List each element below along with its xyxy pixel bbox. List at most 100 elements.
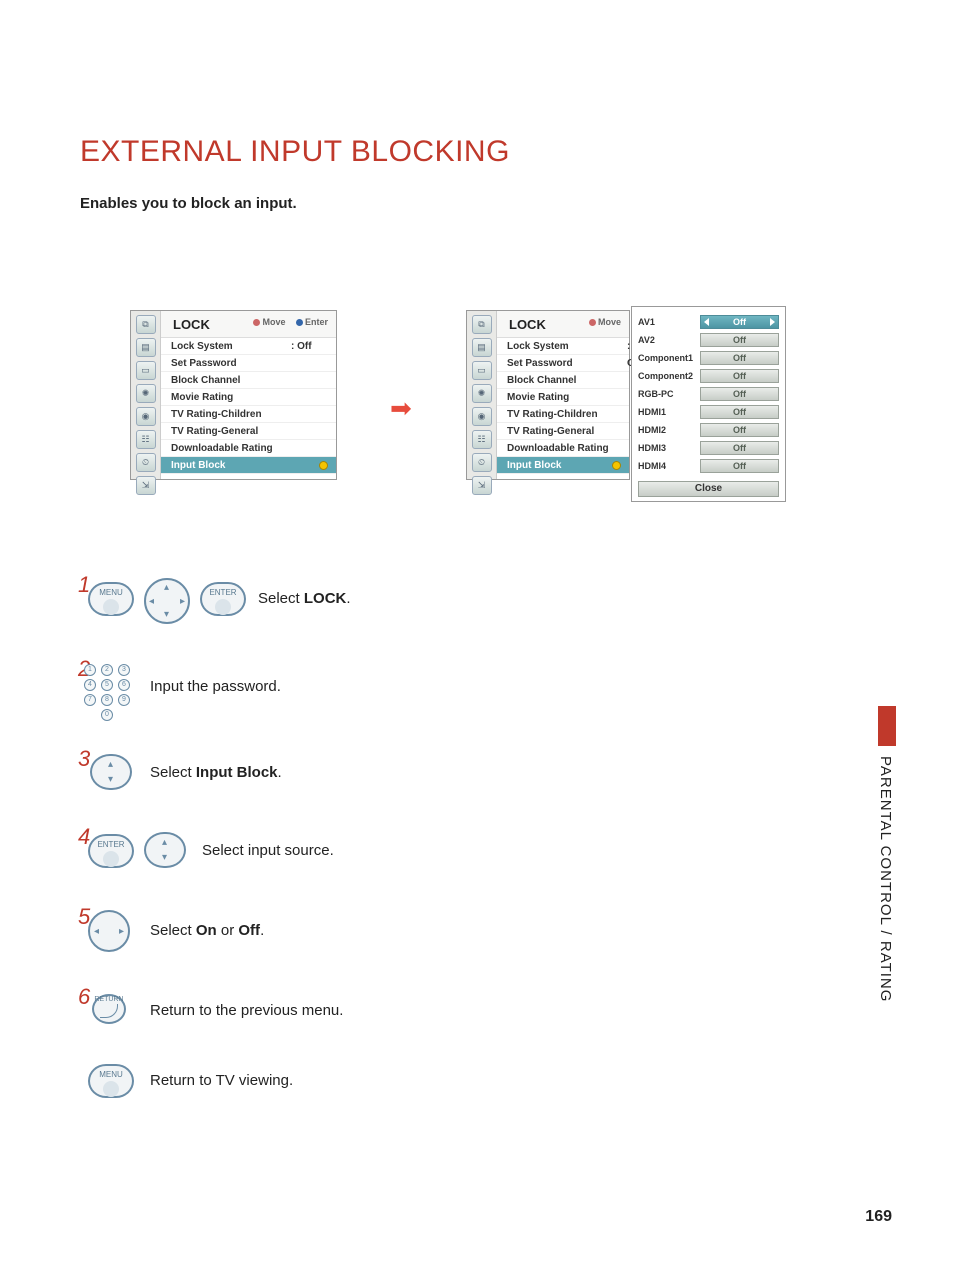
input-label: AV1 — [638, 317, 700, 327]
close-button[interactable]: Close — [638, 481, 779, 497]
return-label: RETURN — [94, 996, 123, 1003]
osd-row[interactable]: TV Rating-General — [161, 423, 336, 440]
osd-row[interactable]: Block Channel — [497, 372, 629, 389]
input-value-button[interactable]: Off — [700, 423, 779, 437]
osd-row-label: Lock System — [171, 341, 233, 352]
osd-row-value: : Off — [291, 338, 312, 355]
move-icon — [253, 319, 260, 326]
osd-icon-column: ⧉ ▤ ▭ ✺ ◉ ☷ ⏲ ⇲ — [467, 311, 497, 479]
osd-row[interactable]: Lock System : Off — [161, 338, 336, 355]
osd-lock-right: ⧉ ▤ ▭ ✺ ◉ ☷ ⏲ ⇲ LOCK Move Lock System: O… — [466, 310, 630, 480]
input-block-row: AV1Off — [638, 313, 779, 331]
osd-row[interactable]: Input Block — [161, 457, 336, 474]
osd-row-label: Movie Rating — [507, 392, 569, 403]
step-7: MENU Return to TV viewing. — [78, 1060, 778, 1102]
osd-row-label: Lock System — [507, 341, 569, 352]
input-label: AV2 — [638, 335, 700, 345]
section-label: PARENTAL CONTROL / RATING — [877, 756, 894, 1002]
osd-row-label: Downloadable Rating — [171, 443, 273, 454]
hint-enter: Enter — [305, 317, 328, 327]
osd-title: LOCK — [509, 317, 546, 332]
osd-row[interactable]: Movie Rating — [161, 389, 336, 406]
updown-icon: ▴▾ — [144, 832, 186, 868]
enter-button-icon: ENTER — [88, 834, 134, 868]
osd-row[interactable]: TV Rating-General — [497, 423, 629, 440]
osd-header: LOCK Move — [497, 311, 629, 337]
osd-row[interactable]: Input Block — [497, 457, 629, 474]
osd-row-label: Input Block — [507, 460, 561, 471]
osd-icon: ▤ — [472, 338, 492, 357]
osd-row[interactable]: Set Password — [161, 355, 336, 372]
input-value-button[interactable]: Off — [700, 441, 779, 455]
menu-button-icon: MENU — [88, 582, 134, 616]
page-title: EXTERNAL INPUT BLOCKING — [80, 135, 510, 169]
input-label: Component1 — [638, 353, 700, 363]
step-2: 2 123 456 789 0 Input the password. — [78, 662, 778, 718]
osd-row[interactable]: Movie Rating — [497, 389, 629, 406]
osd-icon: ☷ — [472, 430, 492, 449]
step-text: Return to TV viewing. — [150, 1072, 293, 1089]
input-block-row: RGB-PCOff — [638, 385, 779, 403]
enter-button-icon: ENTER — [200, 582, 246, 616]
record-icon — [612, 461, 621, 470]
input-value-button[interactable]: Off — [700, 405, 779, 419]
osd-row[interactable]: Set Password — [497, 355, 629, 372]
osd-row-label: Set Password — [507, 358, 573, 369]
osd-body: Lock System : OffSet PasswordBlock Channe… — [161, 337, 336, 479]
input-value-button[interactable]: Off — [700, 351, 779, 365]
menu-label: MENU — [99, 588, 123, 597]
input-label: RGB-PC — [638, 389, 700, 399]
osd-row[interactable]: Downloadable Rating — [497, 440, 629, 457]
osd-lock-left: ⧉ ▤ ▭ ✺ ◉ ☷ ⏲ ⇲ LOCK Move Enter Lock Sys… — [130, 310, 337, 480]
arrow-icon: ➡ — [390, 393, 412, 424]
osd-icon: ⏲ — [472, 453, 492, 472]
osd-row[interactable]: TV Rating-Children — [497, 406, 629, 423]
osd-icon-column: ⧉ ▤ ▭ ✺ ◉ ☷ ⏲ ⇲ — [131, 311, 161, 479]
osd-row[interactable]: TV Rating-Children — [161, 406, 336, 423]
osd-row-label: TV Rating-General — [507, 426, 594, 437]
dpad-icon: ▴▾◂▸ — [144, 578, 190, 624]
osd-icon: ⇲ — [136, 476, 156, 495]
page-subtitle: Enables you to block an input. — [80, 195, 297, 212]
osd-icon: ⧉ — [472, 315, 492, 334]
step-text: Return to the previous menu. — [150, 1002, 343, 1019]
input-block-row: Component2Off — [638, 367, 779, 385]
osd-icon: ✺ — [136, 384, 156, 403]
input-value-button[interactable]: Off — [700, 369, 779, 383]
input-block-panel: AV1OffAV2OffComponent1OffComponent2OffRG… — [631, 306, 786, 502]
step-text: Select LOCK. — [258, 590, 351, 607]
record-icon — [319, 461, 328, 470]
step-3: 3 ▴▾ Select Input Block. — [78, 752, 778, 796]
osd-icon: ▭ — [472, 361, 492, 380]
enter-icon — [296, 319, 303, 326]
osd-icon: ⏲ — [136, 453, 156, 472]
numpad-icon: 123 456 789 0 — [84, 664, 132, 721]
enter-label: ENTER — [97, 840, 124, 849]
osd-title: LOCK — [173, 317, 210, 332]
osd-icon: ◉ — [136, 407, 156, 426]
step-1: 1 MENU ▴▾◂▸ ENTER Select LOCK. — [78, 578, 778, 628]
input-block-row: HDMI3Off — [638, 439, 779, 457]
input-label: Component2 — [638, 371, 700, 381]
osd-icon: ⇲ — [472, 476, 492, 495]
input-value-button[interactable]: Off — [700, 459, 779, 473]
leftright-icon: ◂▸ — [88, 910, 130, 952]
input-label: HDMI2 — [638, 425, 700, 435]
menu-label: MENU — [99, 1070, 123, 1079]
osd-row-label: TV Rating-Children — [171, 409, 262, 420]
osd-icon: ▭ — [136, 361, 156, 380]
input-label: HDMI1 — [638, 407, 700, 417]
osd-row-label: Downloadable Rating — [507, 443, 609, 454]
osd-row[interactable]: Downloadable Rating — [161, 440, 336, 457]
input-value-button[interactable]: Off — [700, 333, 779, 347]
osd-row-label: TV Rating-Children — [507, 409, 598, 420]
osd-icon: ☷ — [136, 430, 156, 449]
osd-row-label: Input Block — [171, 460, 225, 471]
return-button-icon: RETURN — [92, 994, 126, 1024]
input-value-button[interactable]: Off — [700, 315, 779, 329]
osd-row[interactable]: Lock System: Off — [497, 338, 629, 355]
osd-row[interactable]: Block Channel — [161, 372, 336, 389]
input-value-button[interactable]: Off — [700, 387, 779, 401]
osd-row-label: TV Rating-General — [171, 426, 258, 437]
page-number: 169 — [865, 1208, 892, 1226]
